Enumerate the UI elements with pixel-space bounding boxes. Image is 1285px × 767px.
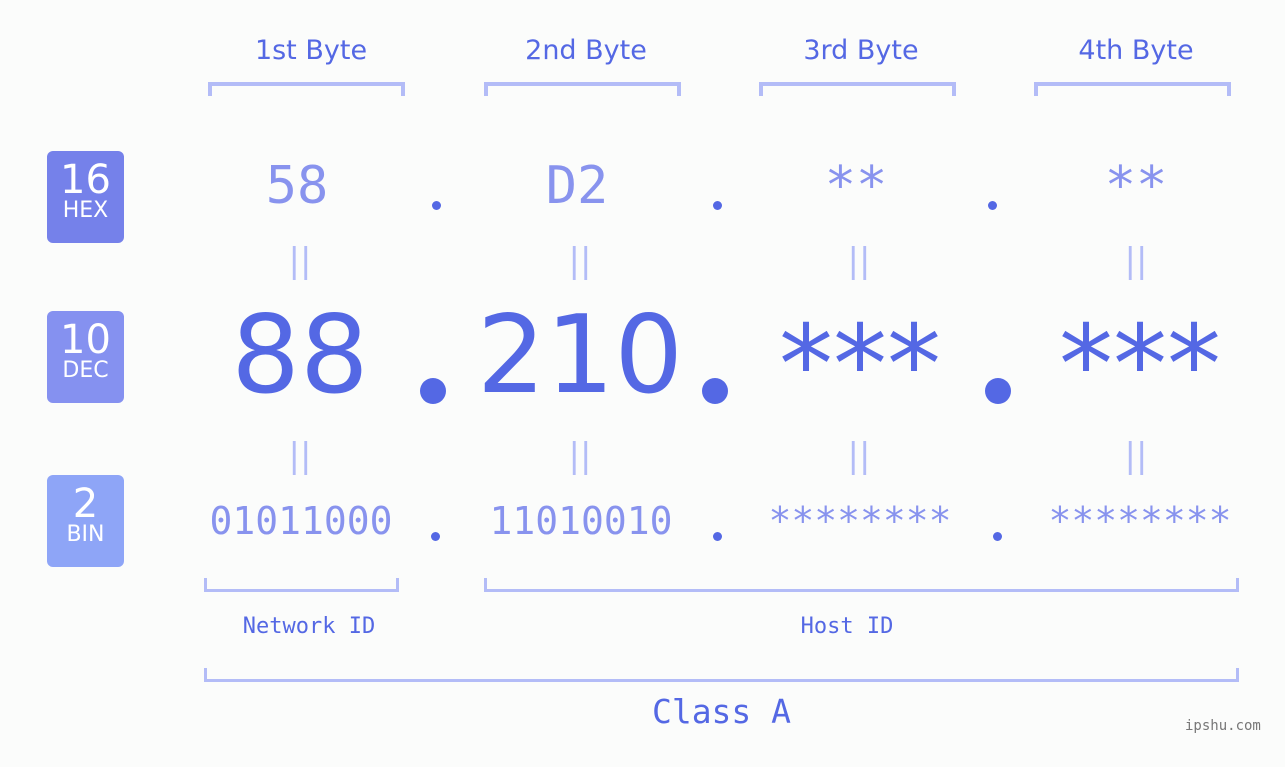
hex-badge: 16 HEX — [47, 151, 124, 243]
equals-sign: || — [847, 241, 871, 281]
equals-sign: || — [847, 436, 871, 476]
hex-separator-dot — [988, 201, 997, 210]
host-id-label: Host ID — [800, 614, 894, 639]
bin-byte-3: ******** — [768, 499, 952, 543]
hex-badge-base: 16 — [60, 157, 111, 203]
bin-badge: 2 BIN — [47, 475, 124, 567]
byte-bracket-4 — [1034, 82, 1231, 96]
dec-byte-2: 210 — [476, 293, 684, 418]
hex-separator-dot — [713, 201, 722, 210]
hex-separator-dot — [432, 201, 441, 210]
byte-header-4: 4th Byte — [1078, 35, 1194, 66]
equals-sign: || — [568, 436, 592, 476]
dec-separator-dot — [702, 378, 728, 404]
byte-bracket-3 — [759, 82, 956, 96]
equals-sign: || — [288, 436, 312, 476]
byte-header-2: 2nd Byte — [525, 35, 647, 66]
dec-badge-base: 10 — [60, 317, 111, 363]
bin-byte-1: 01011000 — [209, 499, 393, 543]
bin-badge-label: BIN — [66, 522, 105, 547]
dec-separator-dot — [985, 378, 1011, 404]
network-id-bracket — [204, 578, 399, 592]
byte-header-1: 1st Byte — [254, 35, 368, 66]
hex-badge-label: HEX — [62, 198, 109, 223]
class-label: Class A — [651, 692, 792, 731]
network-id-label: Network ID — [242, 614, 376, 639]
hex-byte-2: D2 — [545, 156, 609, 216]
bin-byte-2: 11010010 — [489, 499, 673, 543]
hex-byte-3: ** — [824, 156, 888, 216]
dec-badge-label: DEC — [62, 358, 109, 383]
bin-separator-dot — [993, 532, 1002, 541]
equals-sign: || — [1124, 241, 1148, 281]
dec-separator-dot — [420, 378, 446, 404]
byte-header-3: 3rd Byte — [803, 35, 919, 66]
bin-separator-dot — [713, 532, 722, 541]
bin-separator-dot — [431, 532, 440, 541]
dec-byte-1: 88 — [231, 293, 369, 418]
host-id-bracket — [484, 578, 1239, 592]
equals-sign: || — [568, 241, 592, 281]
equals-sign: || — [1124, 436, 1148, 476]
hex-byte-1: 58 — [265, 156, 329, 216]
hex-byte-4: ** — [1104, 156, 1168, 216]
class-bracket — [204, 668, 1239, 682]
byte-bracket-2 — [484, 82, 681, 96]
bin-byte-4: ******** — [1048, 499, 1232, 543]
bin-badge-base: 2 — [72, 481, 99, 527]
dec-byte-3: *** — [779, 303, 941, 428]
watermark: ipshu.com — [1185, 718, 1261, 734]
dec-badge: 10 DEC — [47, 311, 124, 403]
byte-bracket-1 — [208, 82, 405, 96]
dec-byte-4: *** — [1059, 303, 1221, 428]
equals-sign: || — [288, 241, 312, 281]
